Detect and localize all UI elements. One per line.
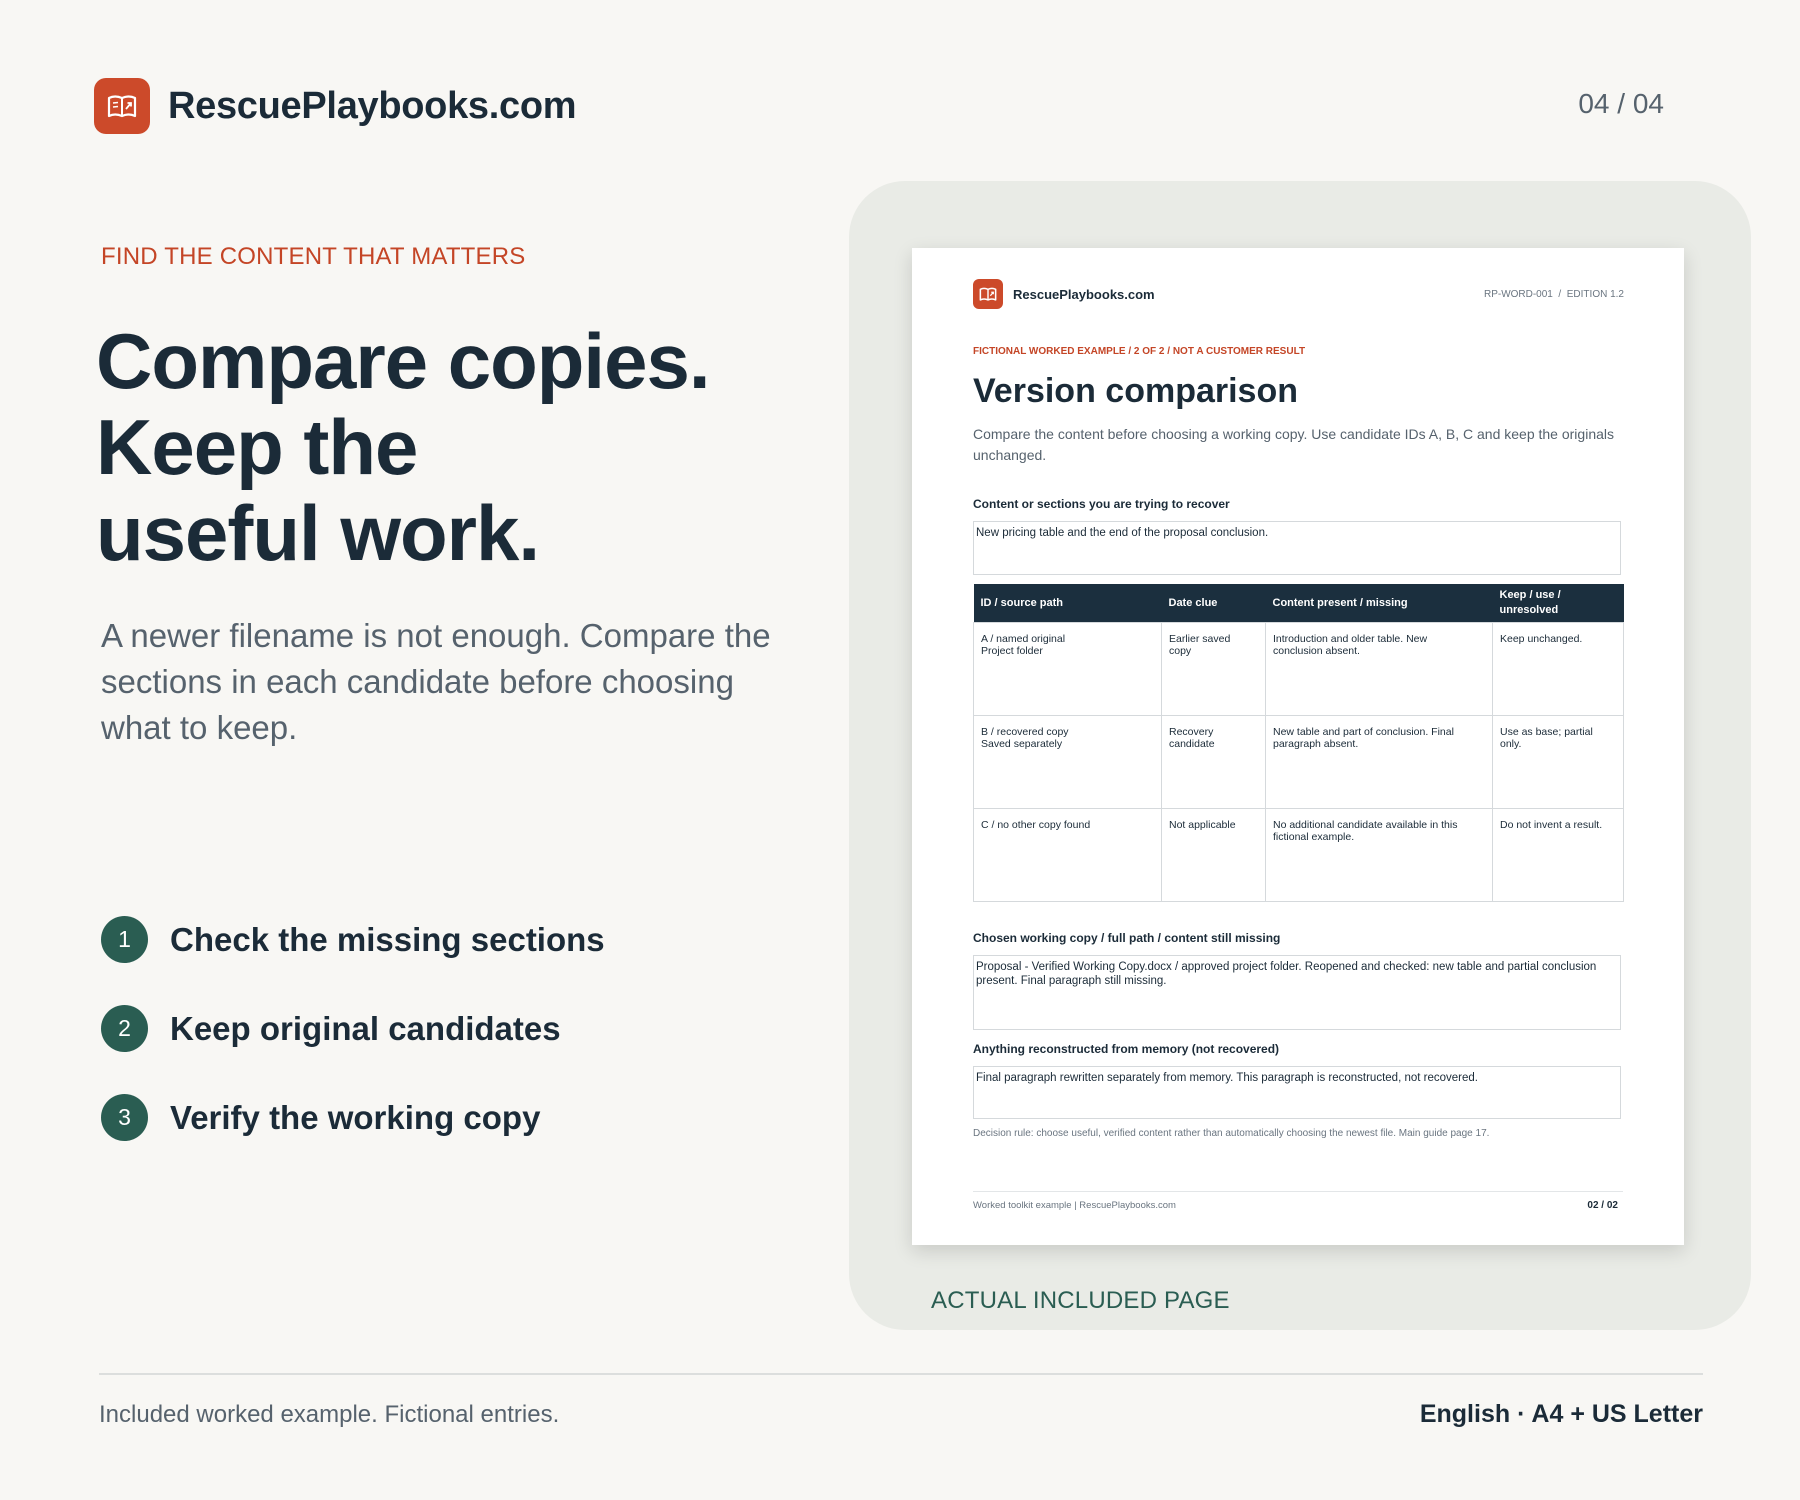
memory-label: Anything reconstructed from memory (not … bbox=[973, 1042, 1280, 1056]
cell-line: paragraph absent. bbox=[1273, 738, 1359, 750]
brand-name: RescuePlaybooks.com bbox=[168, 84, 577, 127]
table-cell: B / recovered copy Saved separately bbox=[973, 715, 1162, 809]
headline: Compare copies. Keep the useful work. bbox=[96, 317, 711, 577]
table-cell: A / named original Project folder bbox=[973, 622, 1162, 716]
doc-brand-name: RescuePlaybooks.com bbox=[1013, 286, 1155, 302]
open-book-icon bbox=[973, 279, 1003, 309]
doc-page-number: 02 / 02 bbox=[1587, 1200, 1618, 1211]
steps-list: 1 Check the missing sections 2 Keep orig… bbox=[101, 916, 605, 1183]
step-item: 2 Keep original candidates bbox=[101, 1005, 605, 1052]
table-cell: Keep unchanged. bbox=[1492, 622, 1624, 716]
step-item: 1 Check the missing sections bbox=[101, 916, 605, 963]
doc-title: Version comparison bbox=[973, 372, 1298, 410]
cell-line: Project folder bbox=[981, 645, 1043, 657]
doc-intro: Compare the content before choosing a wo… bbox=[973, 426, 1614, 463]
cell-line: New table and part of conclusion. Final bbox=[1273, 726, 1454, 738]
cell-line: Do not invent a result. bbox=[1500, 819, 1603, 831]
table-header: Keep / use / unresolved bbox=[1492, 584, 1624, 623]
cell-line: B / recovered copy bbox=[981, 726, 1069, 738]
headline-line: useful work. bbox=[96, 489, 540, 577]
footer-divider bbox=[99, 1373, 1703, 1375]
eyebrow: FIND THE CONTENT THAT MATTERS bbox=[101, 243, 526, 270]
footer-note: Included worked example. Fictional entri… bbox=[99, 1401, 560, 1428]
table-cell: Do not invent a result. bbox=[1492, 808, 1624, 902]
lead-text: A newer filename is not enough. Compare … bbox=[101, 617, 771, 746]
doc-tag: FICTIONAL WORKED EXAMPLE / 2 OF 2 / NOT … bbox=[973, 346, 1306, 357]
recover-label: Content or sections you are trying to re… bbox=[973, 497, 1230, 511]
table-cell: Use as base; partial only. bbox=[1492, 715, 1624, 809]
doc-divider bbox=[973, 1191, 1623, 1192]
comparison-table: ID / source path Date clue Content prese… bbox=[973, 584, 1624, 902]
cell-line: C / no other copy found bbox=[981, 819, 1091, 831]
step-number: 2 bbox=[101, 1005, 148, 1052]
cell-line: Not applicable bbox=[1169, 819, 1236, 831]
cell-line: Recovery bbox=[1169, 726, 1214, 738]
chosen-label: Chosen working copy / full path / conten… bbox=[973, 931, 1281, 945]
step-label: Check the missing sections bbox=[170, 920, 605, 958]
table-cell: Not applicable bbox=[1161, 808, 1266, 902]
cell-line: only. bbox=[1500, 738, 1522, 750]
page-indicator: 04 / 04 bbox=[1578, 88, 1664, 119]
table-cell: Introduction and older table. New conclus… bbox=[1265, 622, 1493, 716]
cell-line: Introduction and older table. New bbox=[1273, 633, 1428, 645]
step-label: Verify the working copy bbox=[170, 1098, 541, 1136]
headline-line: Keep the bbox=[96, 403, 418, 491]
table-cell: C / no other copy found bbox=[973, 808, 1162, 902]
decision-rule: Decision rule: choose useful, verified c… bbox=[973, 1128, 1490, 1139]
table-row: B / recovered copy Saved separately Recov… bbox=[973, 715, 1624, 809]
cell-line: fictional example. bbox=[1273, 831, 1355, 843]
table-cell: New table and part of conclusion. Final p… bbox=[1265, 715, 1493, 809]
table-row: A / named original Project folder Earlier… bbox=[973, 622, 1624, 716]
cell-line: A / named original bbox=[981, 633, 1066, 645]
footer-format: English · A4 + US Letter bbox=[1419, 1400, 1703, 1428]
chosen-field: Proposal - Verified Working Copy.docx / … bbox=[973, 955, 1621, 1030]
doc-footer: Worked toolkit example | RescuePlaybooks… bbox=[973, 1200, 1176, 1211]
table-cell: Recovery candidate bbox=[1161, 715, 1266, 809]
table-header: Date clue bbox=[1161, 584, 1266, 623]
cell-line: copy bbox=[1169, 645, 1192, 657]
cell-line: Keep unchanged. bbox=[1500, 633, 1583, 645]
table-header: ID / source path bbox=[973, 584, 1162, 623]
cell-line: Saved separately bbox=[981, 738, 1063, 750]
cell-line: Earlier saved bbox=[1169, 633, 1231, 645]
brand: RescuePlaybooks.com bbox=[94, 78, 577, 134]
open-book-icon bbox=[94, 78, 150, 134]
step-item: 3 Verify the working copy bbox=[101, 1094, 605, 1141]
step-number: 1 bbox=[101, 916, 148, 963]
table-cell: Earlier saved copy bbox=[1161, 622, 1266, 716]
document-preview: RescuePlaybooks.com RP-WORD-001 / EDITIO… bbox=[912, 248, 1684, 1245]
recover-field: New pricing table and the end of the pro… bbox=[973, 521, 1621, 575]
step-number: 3 bbox=[101, 1094, 148, 1141]
table-cell: No additional candidate available in thi… bbox=[1265, 808, 1493, 902]
memory-field: Final paragraph rewritten separately fro… bbox=[973, 1066, 1621, 1119]
headline-line: Compare copies. bbox=[96, 317, 711, 405]
table-header-row: ID / source path Date clue Content prese… bbox=[973, 584, 1624, 623]
cell-line: candidate bbox=[1169, 738, 1215, 750]
doc-brand: RescuePlaybooks.com bbox=[973, 279, 1155, 309]
table-row: C / no other copy found Not applicable N… bbox=[973, 808, 1624, 902]
preview-caption: ACTUAL INCLUDED PAGE bbox=[931, 1287, 1230, 1314]
step-label: Keep original candidates bbox=[170, 1009, 561, 1047]
cell-line: Use as base; partial bbox=[1500, 726, 1593, 738]
doc-meta: RP-WORD-001 / EDITION 1.2 bbox=[1483, 289, 1624, 300]
cell-line: No additional candidate available in thi… bbox=[1273, 819, 1458, 831]
cell-line: conclusion absent. bbox=[1273, 645, 1360, 657]
table-header: Content present / missing bbox=[1265, 584, 1493, 623]
